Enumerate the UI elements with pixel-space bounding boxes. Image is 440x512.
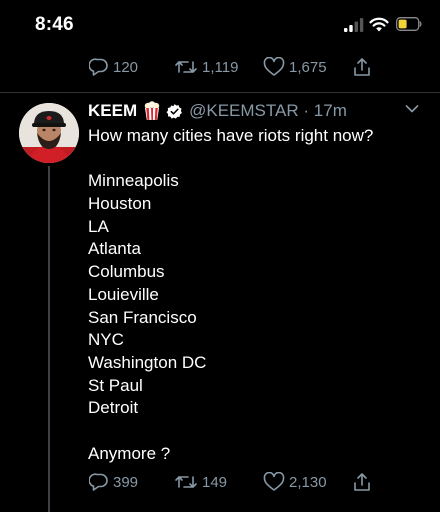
tweet-line: Louieville <box>88 284 159 304</box>
previous-like-count: 1,675 <box>289 58 327 76</box>
meta-separator: · <box>303 101 310 120</box>
tweet-line: Columbus <box>88 262 165 282</box>
tweet-line: Washington DC <box>88 352 207 372</box>
previous-share-button[interactable] <box>352 57 372 77</box>
handle[interactable]: @KEEMSTAR <box>189 101 299 120</box>
tweet-divider <box>0 92 440 93</box>
reply-icon <box>89 473 108 491</box>
thread-line <box>48 166 50 512</box>
retweet-count: 149 <box>202 473 228 491</box>
tweet-text: How many cities have riots right now? Mi… <box>88 125 373 465</box>
reply-button[interactable]: 399 <box>89 472 138 492</box>
tweet-line: NYC <box>88 330 124 350</box>
previous-tweet-actions: 120 1,119 1,675 <box>0 57 440 81</box>
popcorn-emoji <box>144 101 160 120</box>
avatar-photo <box>19 103 79 163</box>
tweet-line: San Francisco <box>88 307 197 327</box>
tweet-line: Anymore ? <box>88 443 171 463</box>
share-button[interactable] <box>352 472 372 492</box>
tweet-line: Minneapolis <box>88 171 179 191</box>
previous-retweet-count: 1,119 <box>202 58 239 76</box>
tweet-line: Atlanta <box>88 239 141 259</box>
display-name[interactable]: KEEM <box>88 101 137 121</box>
retweet-button[interactable]: 149 <box>174 472 227 492</box>
reply-count: 399 <box>113 473 139 491</box>
like-count: 2,130 <box>289 473 327 491</box>
like-button[interactable]: 2,130 <box>263 472 327 492</box>
reply-icon <box>89 58 108 76</box>
verified-icon <box>166 103 183 119</box>
share-icon <box>354 473 370 491</box>
tweet-header: KEEM @KEEMSTAR · 17m <box>88 100 347 122</box>
battery-icon <box>396 17 422 31</box>
avatar[interactable] <box>19 103 79 163</box>
share-icon <box>354 58 370 76</box>
retweet-icon <box>175 61 197 73</box>
tweet-line: St Paul <box>88 375 143 395</box>
wifi-icon <box>369 17 389 32</box>
status-bar: 8:46 <box>0 0 440 52</box>
previous-retweet-button[interactable]: 1,119 <box>174 57 238 77</box>
tweet-line: Houston <box>88 194 152 214</box>
previous-like-button[interactable]: 1,675 <box>263 57 327 77</box>
signal-icon <box>344 18 364 32</box>
tweet-line: How many cities have riots right now? <box>88 126 374 145</box>
previous-reply-count: 120 <box>113 58 139 76</box>
tweet-line: Detroit <box>88 398 139 418</box>
tweet-time[interactable]: 17m <box>314 101 347 120</box>
like-icon <box>263 57 285 76</box>
tweet-actions: 399 149 2,130 <box>0 472 440 496</box>
tweet-line: LA <box>88 216 109 236</box>
retweet-icon <box>175 476 197 488</box>
chevron-down-icon[interactable] <box>405 104 419 114</box>
tweet-handle-meta: @KEEMSTAR · 17m <box>189 101 347 121</box>
status-time: 8:46 <box>35 14 74 35</box>
previous-reply-button[interactable]: 120 <box>89 57 138 77</box>
like-icon <box>263 472 285 491</box>
